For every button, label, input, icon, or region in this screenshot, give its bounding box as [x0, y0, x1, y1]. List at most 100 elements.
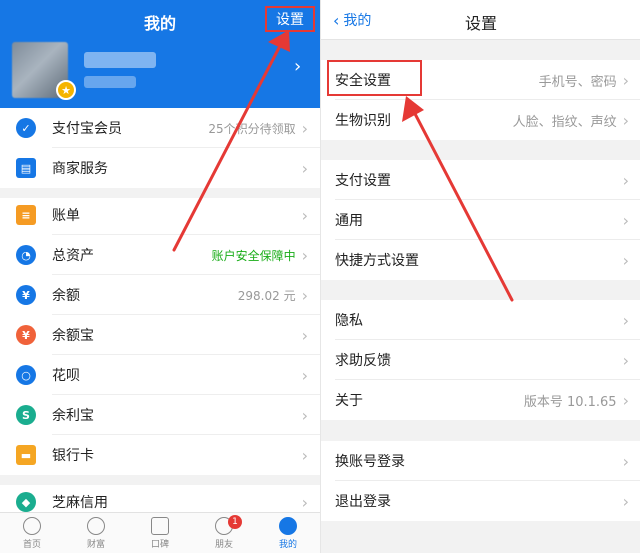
row-huabei[interactable]: ○ 花呗 › — [0, 355, 320, 395]
bank-card-icon: ▬ — [16, 445, 36, 465]
chevron-right-icon: › — [301, 405, 308, 425]
tab-label: 口碑 — [150, 539, 169, 550]
row-label: 退出登录 — [335, 494, 391, 510]
back-button[interactable]: ‹ 我的 — [333, 10, 371, 30]
tab-label: 朋友 — [214, 539, 233, 550]
row-member[interactable]: ✓ 支付宝会员 25个积分待领取 › — [0, 108, 320, 148]
chevron-right-icon: › — [622, 70, 629, 90]
row-label: 快捷方式设置 — [335, 253, 419, 269]
row-value: 手机号、密码 — [538, 74, 617, 90]
chevron-right-icon: › — [622, 210, 629, 230]
member-icon: ✓ — [16, 118, 36, 138]
chevron-right-icon: › — [622, 250, 629, 270]
user-account-blurred — [84, 76, 136, 88]
chevron-right-icon: › — [301, 205, 308, 225]
row-help-feedback[interactable]: 求助反馈 › — [321, 340, 640, 380]
row-balance[interactable]: ¥ 余额 298.02 元 › — [0, 275, 320, 315]
member-crown-icon: ★ — [56, 80, 76, 100]
row-value: 版本号 10.1.65 — [523, 394, 617, 410]
tab-home[interactable]: 首页 — [0, 513, 64, 553]
row-label: 银行卡 — [52, 448, 94, 464]
chevron-right-icon: › — [622, 491, 629, 511]
chevron-right-icon: › — [622, 451, 629, 471]
yuebao-icon: ¥ — [16, 325, 36, 345]
chevron-right-icon: › — [301, 285, 308, 305]
chevron-right-icon: › — [622, 390, 629, 410]
row-privacy[interactable]: 隐私 › — [321, 300, 640, 340]
row-label: 支付设置 — [335, 173, 391, 189]
row-security-settings[interactable]: 安全设置 手机号、密码 › — [321, 60, 640, 100]
row-about[interactable]: 关于 版本号 10.1.65 › — [321, 380, 640, 420]
tab-label: 我的 — [278, 539, 297, 550]
chevron-right-icon: › — [301, 445, 308, 465]
chevron-right-icon: › — [301, 325, 308, 345]
row-label: 支付宝会员 — [52, 121, 122, 137]
row-label: 通用 — [335, 213, 363, 229]
row-assets[interactable]: ◔ 总资产 账户安全保障中 › — [0, 235, 320, 275]
tab-label: 财富 — [86, 539, 105, 550]
row-biometrics[interactable]: 生物识别 人脸、指纹、声纹 › — [321, 100, 640, 140]
chevron-right-icon: › — [301, 492, 308, 512]
balance-icon: ¥ — [16, 285, 36, 305]
row-bill[interactable]: ≡ 账单 › — [0, 195, 320, 235]
chevron-right-icon: › — [622, 350, 629, 370]
tab-mine[interactable]: 我的 — [256, 513, 320, 553]
chevron-right-icon: › — [301, 158, 308, 178]
row-bank-card[interactable]: ▬ 银行卡 › — [0, 435, 320, 475]
chevron-right-icon: › — [622, 110, 629, 130]
back-label: 我的 — [343, 13, 372, 29]
row-label: 余额宝 — [52, 328, 94, 344]
tab-friends[interactable]: 1 朋友 — [192, 513, 256, 553]
settings-page: ‹ 我的 设置 安全设置 手机号、密码 › 生物识别 人脸、指纹、声纹 › 支付… — [320, 0, 640, 553]
chevron-right-icon: › — [622, 310, 629, 330]
person-icon — [279, 516, 297, 535]
my-page: 我的 设置 ★ › ✓ 支付宝会员 25个积分待领取 › ▤ 商家服务 › ≡ … — [0, 0, 320, 553]
row-label: 生物识别 — [335, 113, 391, 129]
settings-button[interactable]: 设置 — [265, 6, 315, 32]
chevron-right-icon: › — [294, 56, 302, 77]
user-name-blurred — [84, 52, 156, 68]
row-general[interactable]: 通用 › — [321, 200, 640, 240]
row-label: 关于 — [335, 393, 363, 409]
row-label: 安全设置 — [335, 73, 391, 89]
wealth-icon — [87, 516, 105, 535]
yulibao-icon: S — [16, 405, 36, 425]
merchant-icon: ▤ — [16, 158, 36, 178]
row-label: 账单 — [52, 208, 80, 224]
chevron-left-icon: ‹ — [333, 10, 340, 30]
chevron-right-icon: › — [622, 170, 629, 190]
tab-label: 首页 — [22, 539, 41, 550]
chevron-right-icon: › — [301, 118, 308, 138]
sesame-icon: ◆ — [16, 492, 36, 512]
row-label: 芝麻信用 — [52, 495, 108, 511]
row-label: 隐私 — [335, 313, 363, 329]
row-value: 25个积分待领取 — [208, 121, 296, 136]
row-label: 余额 — [52, 288, 80, 304]
row-label: 总资产 — [52, 248, 94, 264]
row-label: 换账号登录 — [335, 454, 405, 470]
notification-badge: 1 — [228, 515, 242, 529]
huabei-icon: ○ — [16, 365, 36, 385]
bottom-tab-bar: 首页 财富 口碑 1 朋友 我的 — [0, 512, 320, 553]
assets-icon: ◔ — [16, 245, 36, 265]
row-merchant[interactable]: ▤ 商家服务 › — [0, 148, 320, 188]
row-value: 人脸、指纹、声纹 — [512, 114, 617, 130]
row-payment-settings[interactable]: 支付设置 › — [321, 160, 640, 200]
row-label: 求助反馈 — [335, 353, 391, 369]
row-value: 298.02 元 — [237, 288, 296, 303]
row-yulibao[interactable]: S 余利宝 › — [0, 395, 320, 435]
row-label: 商家服务 — [52, 161, 108, 177]
nav-bar: ‹ 我的 设置 — [321, 0, 640, 40]
chevron-right-icon: › — [301, 245, 308, 265]
bill-icon: ≡ — [16, 205, 36, 225]
row-shortcut-settings[interactable]: 快捷方式设置 › — [321, 240, 640, 280]
row-logout[interactable]: 退出登录 › — [321, 481, 640, 521]
profile-header[interactable]: 我的 设置 ★ › — [0, 0, 320, 108]
row-label: 余利宝 — [52, 408, 94, 424]
row-label: 花呗 — [52, 368, 80, 384]
koubei-icon — [151, 516, 169, 535]
row-switch-account[interactable]: 换账号登录 › — [321, 441, 640, 481]
tab-wealth[interactable]: 财富 — [64, 513, 128, 553]
row-yuebao[interactable]: ¥ 余额宝 › — [0, 315, 320, 355]
tab-koubei[interactable]: 口碑 — [128, 513, 192, 553]
